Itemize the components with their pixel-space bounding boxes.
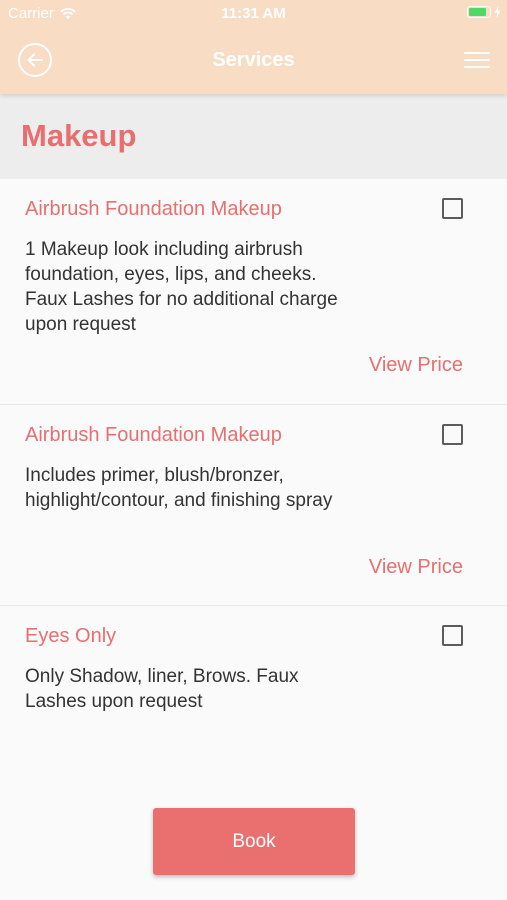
menu-line: [464, 59, 490, 61]
service-title: Airbrush Foundation Makeup: [25, 198, 282, 220]
book-button[interactable]: Book: [153, 808, 355, 875]
service-item: Airbrush Foundation Makeup 1 Makeup look…: [0, 179, 507, 405]
service-checkbox[interactable]: [442, 198, 463, 219]
app-header: Carrier 11:31 AM Services: [0, 0, 507, 94]
battery-indicator: [467, 6, 501, 18]
menu-line: [464, 52, 490, 54]
service-title: Airbrush Foundation Makeup: [25, 424, 282, 446]
navigation-bar: Services: [0, 28, 507, 94]
status-bar: Carrier 11:31 AM: [0, 0, 507, 28]
service-title: Eyes Only: [25, 625, 117, 647]
service-item: Eyes Only Only Shadow, liner, Brows. Fau…: [0, 606, 507, 756]
view-price-link[interactable]: View Price: [369, 556, 463, 579]
service-item: Airbrush Foundation Makeup Includes prim…: [0, 405, 507, 606]
battery-icon: [467, 6, 491, 18]
charging-bolt-icon: [494, 6, 501, 18]
hamburger-menu-icon[interactable]: [464, 50, 490, 70]
service-description: Includes primer, blush/bronzer, highligh…: [25, 465, 333, 511]
service-checkbox[interactable]: [442, 625, 463, 646]
service-description: Only Shadow, liner, Brows. Faux Lashes u…: [25, 666, 299, 712]
services-list: Airbrush Foundation Makeup 1 Makeup look…: [0, 179, 507, 756]
battery-level: [469, 8, 486, 16]
section-header: Makeup: [0, 94, 507, 179]
section-title: Makeup: [21, 118, 137, 153]
view-price-link[interactable]: View Price: [369, 354, 463, 377]
service-description: 1 Makeup look including airbrush foundat…: [25, 239, 338, 335]
page-title: Services: [212, 49, 295, 71]
service-checkbox[interactable]: [442, 424, 463, 445]
menu-line: [464, 66, 490, 68]
status-time: 11:31 AM: [221, 5, 286, 22]
